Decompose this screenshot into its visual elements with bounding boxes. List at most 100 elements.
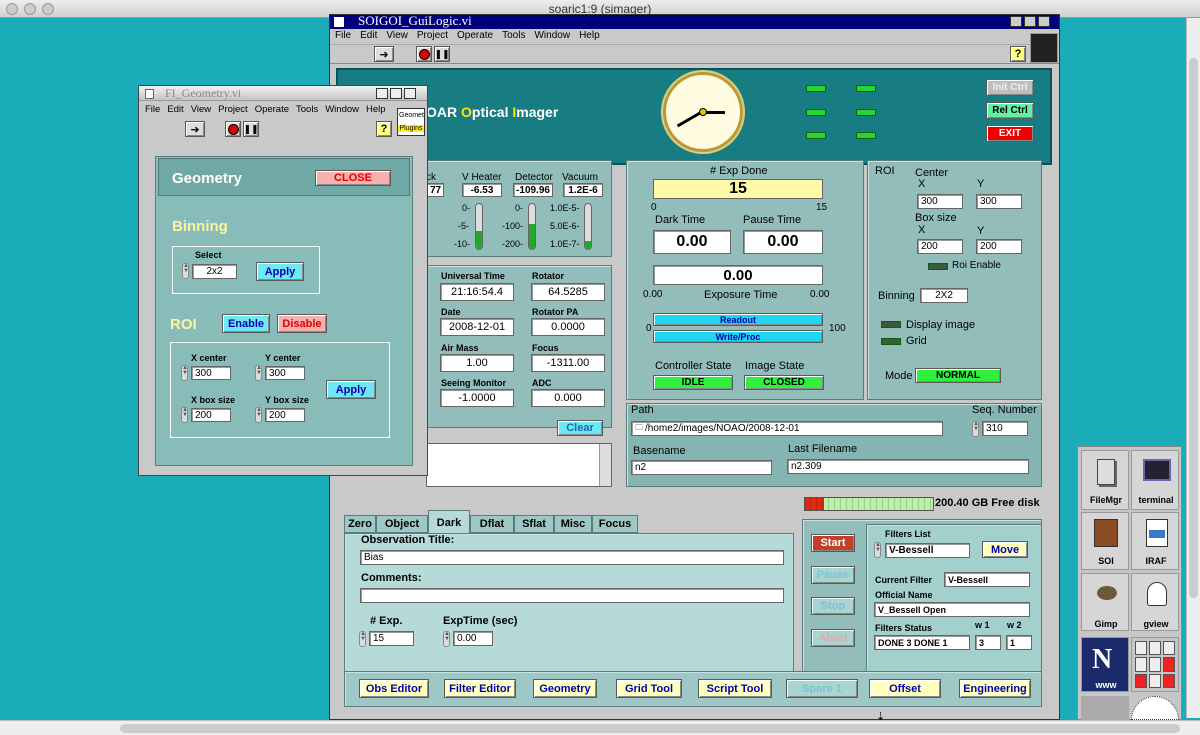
- exptime-spinner[interactable]: ▲ ▼: [443, 631, 450, 647]
- soi-icon[interactable]: SOI: [1081, 512, 1129, 570]
- box-y-input[interactable]: 200: [976, 239, 1022, 254]
- filemgr-icon[interactable]: FileMgr: [1081, 450, 1129, 510]
- geo-menu-edit[interactable]: Edit: [167, 104, 183, 115]
- select-input[interactable]: 2x2: [192, 264, 237, 279]
- menu-operate[interactable]: Operate: [457, 30, 493, 41]
- pause-button[interactable]: Pause: [811, 566, 855, 584]
- vacuum-value: 1.2E-6: [563, 183, 603, 197]
- close-button[interactable]: CLOSE: [315, 170, 391, 186]
- tab-object[interactable]: Object: [376, 515, 428, 533]
- enable-button[interactable]: Enable: [222, 314, 270, 333]
- message-log[interactable]: [426, 443, 612, 487]
- tab-dark[interactable]: Dark: [428, 510, 470, 534]
- engineering-button[interactable]: Engineering: [959, 679, 1031, 698]
- binning-apply-button[interactable]: Apply: [256, 262, 304, 281]
- current-filter-value: V-Bessell: [944, 572, 1030, 587]
- nexp-spinner[interactable]: ▲ ▼: [359, 631, 366, 647]
- ycenter-spinner[interactable]: ▲ ▼: [255, 365, 262, 381]
- iraf-icon[interactable]: IRAF: [1131, 512, 1179, 570]
- geometry-window-buttons[interactable]: [376, 88, 416, 99]
- tab-dflat[interactable]: Dflat: [470, 515, 514, 533]
- filters-list-input[interactable]: V-Bessell: [885, 543, 970, 558]
- box-x-input[interactable]: 200: [917, 239, 963, 254]
- display-image-led[interactable]: [881, 321, 901, 328]
- clear-button[interactable]: Clear: [557, 420, 603, 436]
- grid-led[interactable]: [881, 338, 901, 345]
- nexp-input[interactable]: 15: [369, 631, 414, 646]
- roi-apply-button[interactable]: Apply: [326, 380, 376, 399]
- filter-editor-button[interactable]: Filter Editor: [444, 679, 516, 698]
- start-button[interactable]: Start: [811, 534, 855, 552]
- geo-menu-file[interactable]: File: [145, 104, 160, 115]
- menu-file[interactable]: File: [335, 30, 351, 41]
- bottom-scrollbar[interactable]: [0, 720, 1200, 735]
- obs-title-input[interactable]: Bias: [360, 550, 784, 565]
- run-arrow-icon[interactable]: ➜: [374, 46, 394, 62]
- center-x-input[interactable]: 300: [917, 194, 963, 209]
- terminal-icon[interactable]: terminal: [1131, 450, 1179, 510]
- pause-icon[interactable]: ❚❚: [434, 46, 450, 62]
- abort-button[interactable]: Abort: [811, 629, 855, 647]
- seq-spinner[interactable]: ▲ ▼: [972, 421, 979, 437]
- xbox-input[interactable]: 200: [191, 408, 231, 422]
- geo-menu-window[interactable]: Window: [325, 104, 359, 115]
- www-icon[interactable]: N www: [1081, 637, 1129, 692]
- geo-run-arrow-icon[interactable]: ➜: [185, 121, 205, 137]
- basename-input[interactable]: n2: [631, 460, 772, 475]
- script-tool-button[interactable]: Script Tool: [698, 679, 772, 698]
- exptime-input[interactable]: 0.00: [453, 631, 493, 646]
- menu-project[interactable]: Project: [417, 30, 448, 41]
- exit-button[interactable]: EXIT: [986, 125, 1034, 142]
- geo-pause-icon[interactable]: ❚❚: [243, 121, 259, 137]
- geo-menu-help[interactable]: Help: [366, 104, 386, 115]
- offset-button[interactable]: Offset: [869, 679, 941, 698]
- menu-help[interactable]: Help: [579, 30, 600, 41]
- geo-menu-view[interactable]: View: [191, 104, 211, 115]
- seq-number-input[interactable]: 310: [982, 421, 1028, 436]
- obs-editor-button[interactable]: Obs Editor: [359, 679, 429, 698]
- roi-enable-led[interactable]: [928, 263, 948, 270]
- help-icon[interactable]: ?: [1010, 46, 1026, 62]
- move-button[interactable]: Move: [982, 541, 1028, 558]
- title-window-buttons[interactable]: [1010, 16, 1050, 27]
- gview-icon[interactable]: gview: [1131, 573, 1179, 631]
- geo-menu-operate[interactable]: Operate: [255, 104, 289, 115]
- tab-misc[interactable]: Misc: [554, 515, 592, 533]
- filters-spinner[interactable]: ▲ ▼: [874, 542, 881, 558]
- dock-clock-icon[interactable]: [1131, 696, 1179, 720]
- tab-zero[interactable]: Zero: [344, 515, 376, 533]
- geometry-button[interactable]: Geometry: [533, 679, 597, 698]
- comments-input[interactable]: [360, 588, 784, 603]
- xbox-spinner[interactable]: ▲ ▼: [181, 407, 188, 423]
- menu-window[interactable]: Window: [534, 30, 570, 41]
- path-input[interactable]: 🗀/home2/images/NOAO/2008-12-01: [631, 421, 943, 436]
- rotpa-value: 0.0000: [531, 318, 605, 336]
- vac-thermometer: [584, 203, 592, 250]
- ybox-spinner[interactable]: ▲ ▼: [255, 407, 262, 423]
- xcenter-input[interactable]: 300: [191, 366, 231, 380]
- spare1-button[interactable]: Spare 1: [786, 679, 858, 698]
- geo-help-icon[interactable]: ?: [376, 121, 392, 137]
- disable-button[interactable]: Disable: [277, 314, 327, 333]
- menu-tools[interactable]: Tools: [502, 30, 525, 41]
- geo-menu-tools[interactable]: Tools: [296, 104, 318, 115]
- grid-tool-button[interactable]: Grid Tool: [616, 679, 682, 698]
- gimp-icon[interactable]: Gimp: [1081, 573, 1129, 631]
- geo-abort-icon[interactable]: [225, 121, 241, 137]
- tab-focus[interactable]: Focus: [592, 515, 638, 533]
- tab-sflat[interactable]: Sflat: [514, 515, 554, 533]
- init-ctrl-button[interactable]: Init Ctrl: [986, 79, 1034, 96]
- xcenter-spinner[interactable]: ▲ ▼: [181, 365, 188, 381]
- ycenter-input[interactable]: 300: [265, 366, 305, 380]
- rel-ctrl-button[interactable]: Rel Ctrl: [986, 102, 1034, 119]
- geo-menu-project[interactable]: Project: [218, 104, 248, 115]
- stop-button[interactable]: Stop: [811, 597, 855, 615]
- abort-execution-icon[interactable]: [416, 46, 432, 62]
- right-scrollbar[interactable]: [1186, 18, 1200, 718]
- menu-view[interactable]: View: [386, 30, 408, 41]
- select-spinner[interactable]: ▲ ▼: [182, 263, 189, 279]
- menu-edit[interactable]: Edit: [360, 30, 377, 41]
- center-y-input[interactable]: 300: [976, 194, 1022, 209]
- window-tools-grid[interactable]: [1131, 637, 1179, 692]
- ybox-input[interactable]: 200: [265, 408, 305, 422]
